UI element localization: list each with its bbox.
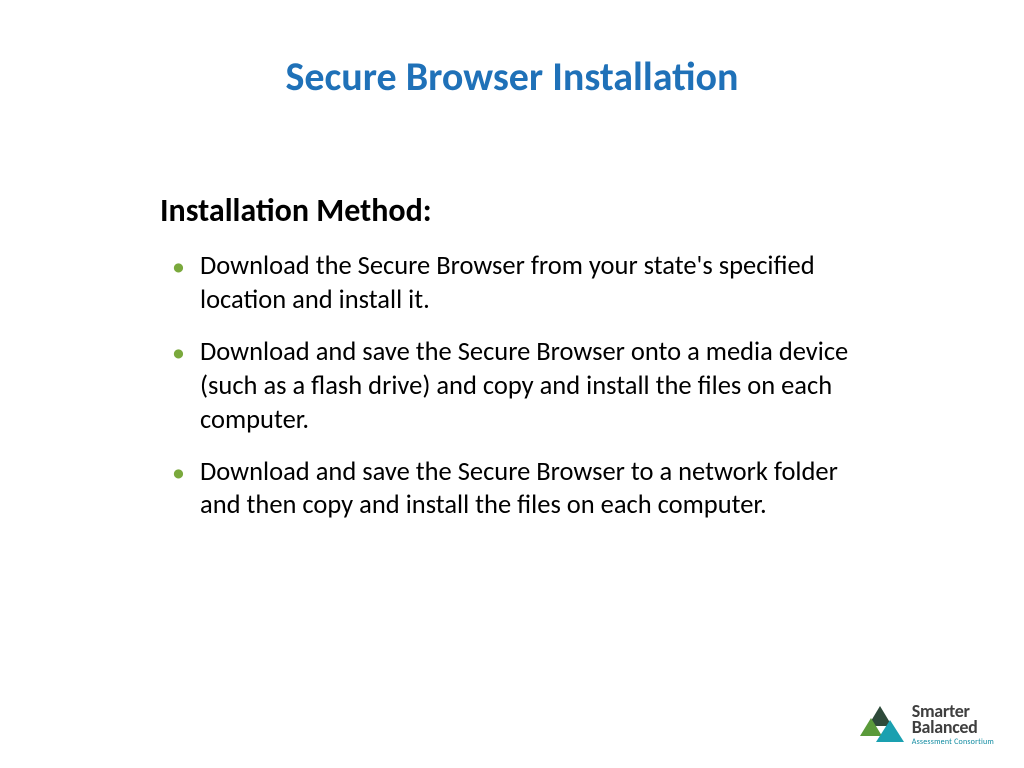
content-area: Installation Method: Download the Secure… (0, 101, 1024, 523)
list-item: Download and save the Secure Browser ont… (194, 336, 874, 438)
logo-text: Smarter Balanced Assessment Consortium (912, 702, 994, 746)
logo-subtitle: Assessment Consortium (912, 738, 994, 746)
slide-title: Secure Browser Installation (0, 0, 1024, 101)
logo-line2: Balanced (912, 718, 994, 736)
list-item: Download and save the Secure Browser to … (194, 456, 874, 524)
list-item: Download the Secure Browser from your st… (194, 250, 874, 318)
logo-mark-icon (860, 704, 906, 744)
bullet-list: Download the Secure Browser from your st… (160, 250, 874, 523)
section-heading: Installation Method: (160, 191, 874, 230)
brand-logo: Smarter Balanced Assessment Consortium (860, 702, 994, 746)
